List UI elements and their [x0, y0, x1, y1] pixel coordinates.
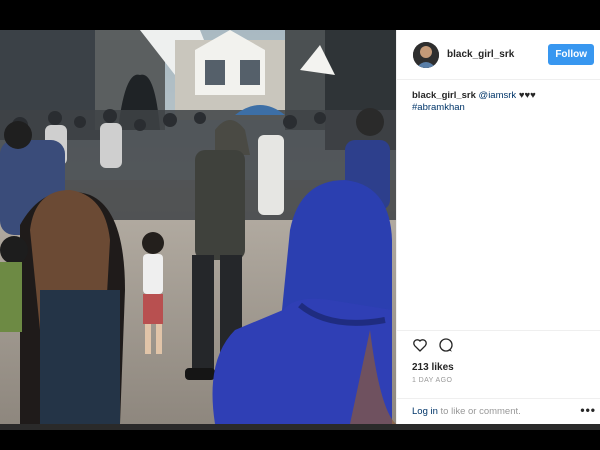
comment-icon[interactable] [438, 337, 454, 359]
like-count[interactable]: 213 likes [397, 359, 600, 373]
login-link[interactable]: Log in [412, 406, 438, 417]
action-bar: 213 likes 1 DAY AGO [397, 330, 600, 384]
profile-picture-image [413, 41, 439, 68]
bottom-bar [0, 424, 600, 430]
more-options-icon[interactable]: ••• [580, 403, 596, 417]
username[interactable]: black_girl_srk [447, 49, 548, 60]
post-sidebar: black_girl_srk Follow black_girl_srk @ia… [396, 30, 600, 424]
caption-hearts: ♥♥♥ [518, 90, 536, 101]
post-header: black_girl_srk Follow [397, 30, 600, 80]
crowd-photo-image [0, 30, 396, 424]
caption-username[interactable]: black_girl_srk [412, 90, 476, 101]
caption-mention[interactable]: @iamsrk [479, 90, 517, 101]
caption: black_girl_srk @iamsrk ♥♥♥ #abramkhan [397, 80, 600, 114]
heart-icon[interactable] [412, 337, 428, 359]
post-photo[interactable] [0, 30, 396, 424]
caption-hashtag[interactable]: #abramkhan [412, 102, 465, 113]
avatar[interactable] [413, 41, 439, 68]
login-prompt: Log in to like or comment. ••• [397, 398, 600, 417]
login-prompt-text: to like or comment. [440, 406, 521, 417]
follow-button[interactable]: Follow [548, 44, 594, 65]
post-timestamp: 1 DAY AGO [412, 377, 453, 384]
